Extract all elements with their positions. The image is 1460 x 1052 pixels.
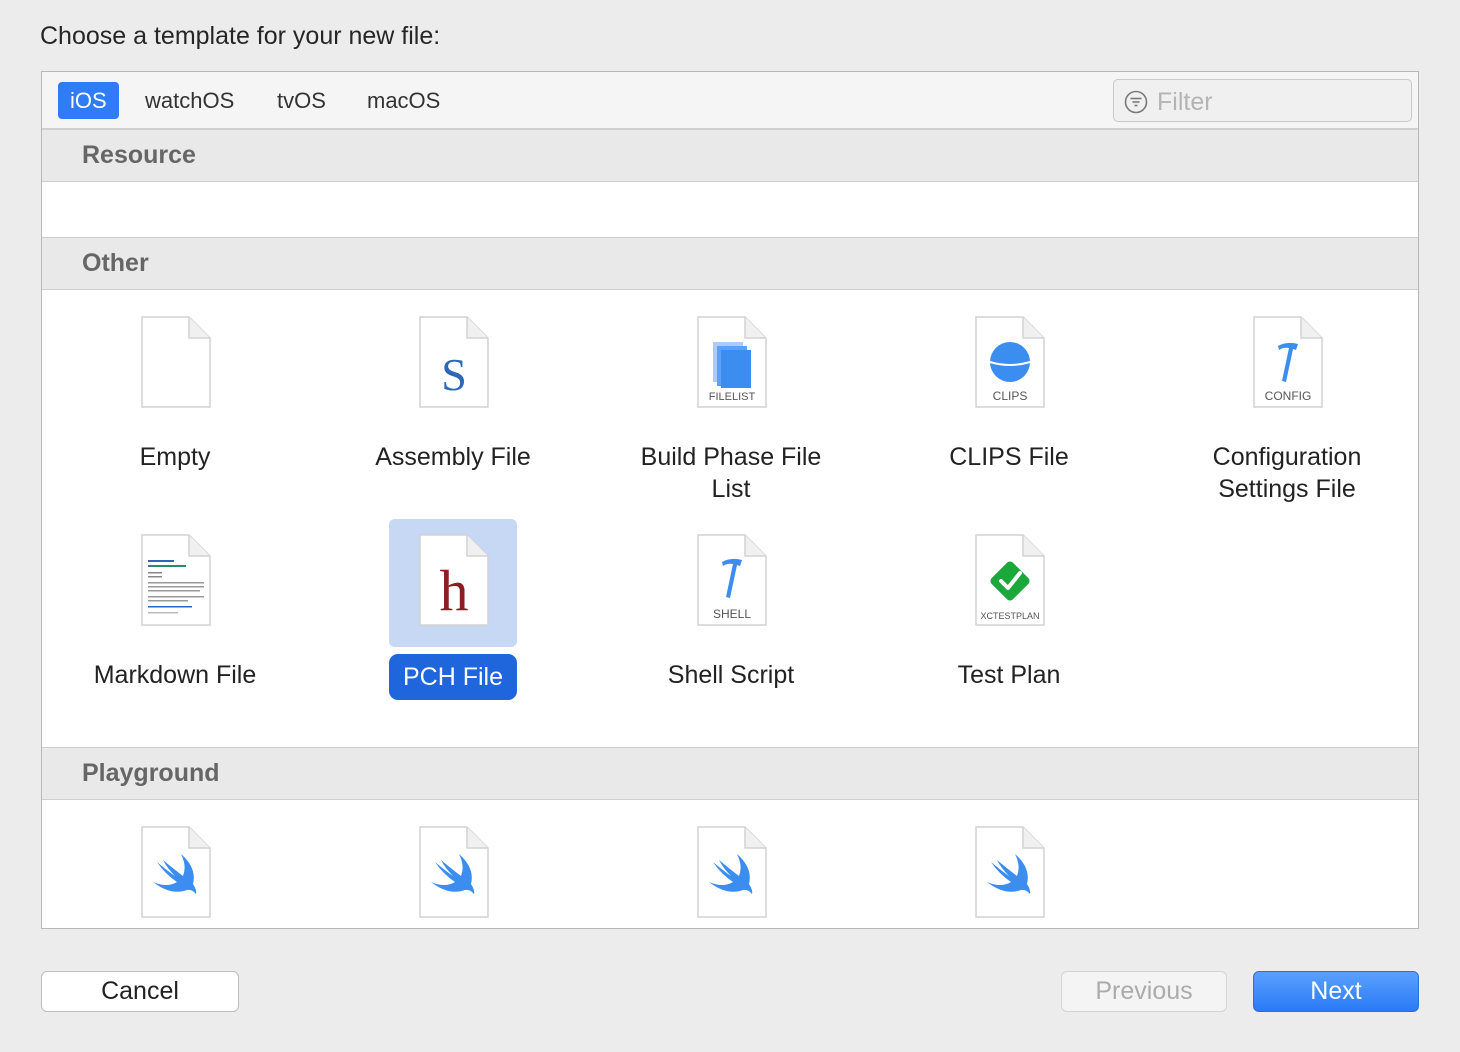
- template-browser: iOS watchOS tvOS macOS Filter Resource O…: [41, 71, 1419, 929]
- config-file-icon: CONFIG: [1253, 316, 1323, 408]
- svg-text:S: S: [441, 349, 467, 400]
- clips-file-icon: CLIPS: [975, 316, 1045, 408]
- template-label-configuration-settings: Configuration Settings File: [1212, 443, 1362, 503]
- swift-file-icon: [141, 826, 211, 918]
- swift-file-icon: [975, 826, 1045, 918]
- tab-watchos[interactable]: watchOS: [133, 82, 246, 119]
- tab-tvos[interactable]: tvOS: [265, 82, 338, 119]
- svg-text:h: h: [440, 558, 469, 623]
- section-header-other: Other: [42, 237, 1418, 290]
- empty-file-icon: [141, 316, 211, 408]
- tab-macos[interactable]: macOS: [355, 82, 452, 119]
- next-button[interactable]: Next: [1253, 971, 1419, 1012]
- filelist-file-icon: FILELIST: [697, 316, 767, 408]
- pch-file-icon: h: [419, 534, 489, 626]
- svg-text:CONFIG: CONFIG: [1265, 389, 1312, 403]
- filter-field[interactable]: Filter: [1113, 79, 1412, 122]
- swift-file-icon: [419, 826, 489, 918]
- filter-icon: [1124, 90, 1148, 114]
- section-header-playground: Playground: [42, 747, 1418, 800]
- svg-text:FILELIST: FILELIST: [709, 391, 756, 403]
- cancel-button[interactable]: Cancel: [41, 971, 239, 1012]
- template-label-clips: CLIPS File: [949, 443, 1069, 471]
- swift-file-icon: [697, 826, 767, 918]
- template-label-empty: Empty: [139, 443, 211, 471]
- xctestplan-file-icon: XCTESTPLAN: [975, 534, 1045, 626]
- markdown-file-icon: [141, 534, 211, 626]
- previous-button[interactable]: Previous: [1061, 971, 1227, 1012]
- section-title-playground: Playground: [82, 759, 220, 787]
- svg-text:CLIPS: CLIPS: [993, 389, 1028, 403]
- platform-tab-bar: iOS watchOS tvOS macOS Filter: [42, 72, 1418, 129]
- tab-ios[interactable]: iOS: [58, 82, 119, 119]
- svg-text:SHELL: SHELL: [713, 607, 751, 621]
- template-label-build-phase-file-list: Build Phase File List: [640, 443, 822, 503]
- section-header-resource: Resource: [42, 129, 1418, 182]
- assembly-file-icon: S: [419, 316, 489, 408]
- svg-text:XCTESTPLAN: XCTESTPLAN: [980, 611, 1039, 621]
- filter-input[interactable]: Filter: [1157, 88, 1213, 117]
- template-label-markdown: Markdown File: [93, 661, 257, 689]
- section-title-resource: Resource: [82, 141, 196, 169]
- dialog-heading: Choose a template for your new file:: [40, 22, 441, 50]
- template-label-shell-script: Shell Script: [667, 661, 795, 689]
- template-label-test-plan: Test Plan: [957, 661, 1061, 689]
- shell-file-icon: SHELL: [697, 534, 767, 626]
- template-label-assembly: Assembly File: [375, 443, 531, 471]
- section-title-other: Other: [82, 249, 149, 277]
- template-label-pch: PCH File: [389, 654, 517, 700]
